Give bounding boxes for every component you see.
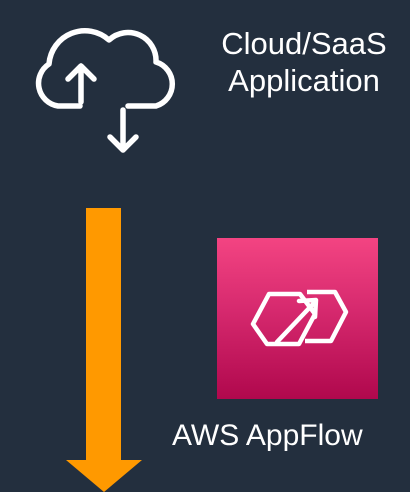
appflow-label: AWS AppFlow <box>172 419 363 452</box>
cloud-upload-download-icon <box>35 28 175 153</box>
cloud-saas-label: Cloud/SaaS Application <box>221 26 387 98</box>
appflow-icon <box>217 238 378 399</box>
down-arrow-icon <box>66 208 142 492</box>
